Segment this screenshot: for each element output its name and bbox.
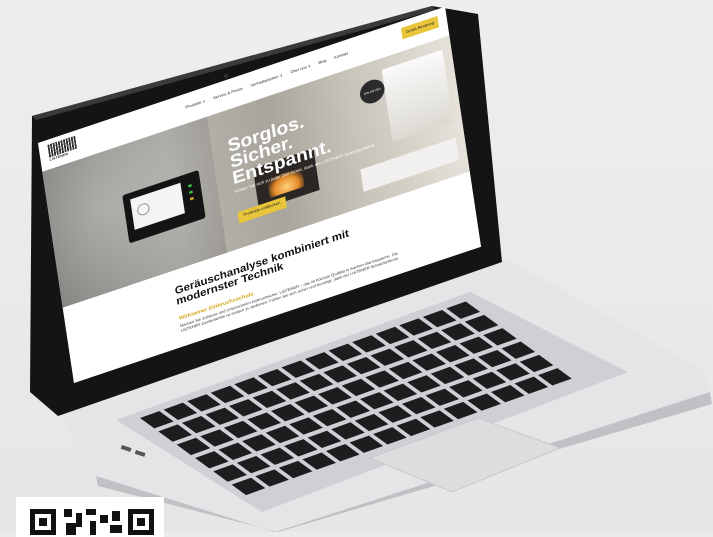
device-led bbox=[188, 184, 192, 188]
nav-item-vertriebspartner[interactable]: Vertriebspartner ∨ bbox=[250, 73, 283, 89]
nav-item-produkte[interactable]: Produkte ∨ bbox=[185, 99, 206, 110]
nav-item-kontakt[interactable]: Kontakt bbox=[334, 51, 348, 60]
site-logo[interactable]: LISTENER bbox=[47, 135, 78, 164]
nav-item-blog[interactable]: Blog bbox=[318, 58, 327, 65]
device-led bbox=[188, 190, 193, 194]
webcam bbox=[224, 74, 228, 78]
nav-item-service[interactable]: Service & Preise bbox=[213, 86, 243, 101]
qr-code-icon bbox=[30, 509, 154, 535]
nav-item-ueber-uns[interactable]: Über uns ∨ bbox=[290, 64, 311, 76]
device-led bbox=[189, 196, 194, 201]
gratis-beratung-button[interactable]: Gratis Beratung bbox=[400, 15, 440, 40]
